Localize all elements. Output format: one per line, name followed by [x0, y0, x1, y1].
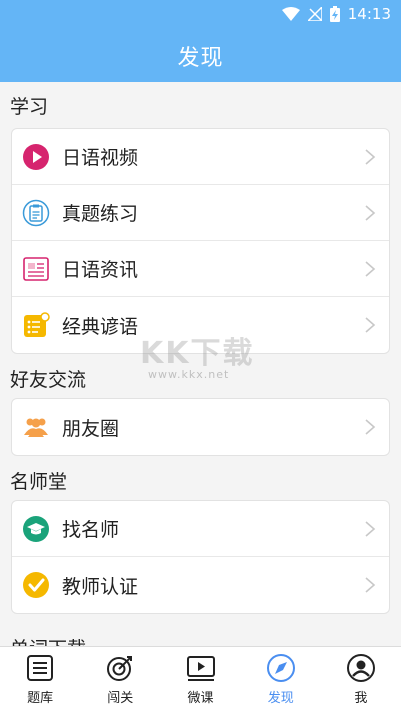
chevron-right-icon: [365, 261, 376, 277]
play-circle-icon: [22, 143, 50, 171]
people-icon: [22, 413, 50, 441]
tab-micro-lesson[interactable]: 微课: [160, 647, 240, 712]
row-label: 经典谚语: [62, 315, 139, 338]
row-exam-practice[interactable]: 真题练习: [12, 185, 389, 241]
bottom-tab-bar: 题库 闯关 微课 发现 我: [0, 646, 401, 712]
verified-check-icon: [22, 571, 50, 599]
tab-discover[interactable]: 发现: [241, 647, 321, 712]
row-japanese-video[interactable]: 日语视频: [12, 129, 389, 185]
chevron-right-icon: [365, 521, 376, 537]
tab-label: 闯关: [107, 691, 134, 706]
tab-label: 题库: [27, 691, 54, 706]
tab-challenge[interactable]: 闯关: [80, 647, 160, 712]
page-title: 发现: [177, 46, 224, 71]
tab-question-bank[interactable]: 题库: [0, 647, 80, 712]
app-header: 14:13 发现: [0, 0, 401, 82]
chevron-right-icon: [365, 149, 376, 165]
friends-card: 朋友圈: [11, 398, 390, 456]
row-label: 朋友圈: [62, 417, 120, 440]
list-icon: [25, 653, 55, 683]
study-card: 日语视频 真题练习 日语资讯 经典谚语: [11, 128, 390, 354]
row-teacher-certification[interactable]: 教师认证: [12, 557, 389, 613]
row-find-teacher[interactable]: 找名师: [12, 501, 389, 557]
teachers-card: 找名师 教师认证: [11, 500, 390, 614]
no-signal-icon: [307, 7, 322, 21]
chevron-right-icon: [365, 577, 376, 593]
wifi-icon: [281, 7, 300, 21]
user-icon: [346, 653, 376, 683]
video-icon: [186, 653, 216, 683]
watermark-url: www.kkx.net: [148, 368, 230, 381]
row-label: 找名师: [62, 519, 120, 541]
discover-content[interactable]: 学习 日语视频 真题练习 日语资讯 经典谚语 好友交流 朋友圈 名师堂 找名师 …: [0, 82, 401, 646]
chevron-right-icon: [365, 317, 376, 333]
row-label: 真题练习: [62, 203, 139, 225]
target-icon: [105, 653, 135, 683]
row-japanese-news[interactable]: 日语资讯: [12, 241, 389, 297]
tab-label: 我: [354, 691, 368, 706]
section-title-study: 学习: [10, 96, 49, 118]
tab-label: 发现: [267, 691, 294, 706]
status-bar: 14:13: [281, 0, 401, 28]
chevron-right-icon: [365, 419, 376, 435]
graduation-cap-icon: [22, 515, 50, 543]
row-proverbs[interactable]: 经典谚语: [12, 297, 389, 353]
status-time: 14:13: [347, 5, 391, 23]
tab-me[interactable]: 我: [321, 647, 401, 712]
row-label: 日语资讯: [62, 259, 139, 281]
section-title-friends: 好友交流: [10, 369, 87, 391]
row-label: 日语视频: [62, 147, 139, 169]
row-label: 教师认证: [62, 575, 139, 598]
battery-charging-icon: [329, 6, 340, 22]
section-title-word-download: 单词下载: [10, 634, 86, 646]
compass-icon: [266, 653, 296, 683]
notes-icon: [22, 311, 50, 339]
section-title-teachers: 名师堂: [10, 471, 68, 493]
row-moments[interactable]: 朋友圈: [12, 399, 389, 455]
tab-label: 微课: [187, 691, 214, 706]
chevron-right-icon: [365, 205, 376, 221]
clipboard-icon: [22, 199, 50, 227]
newspaper-icon: [22, 255, 50, 283]
